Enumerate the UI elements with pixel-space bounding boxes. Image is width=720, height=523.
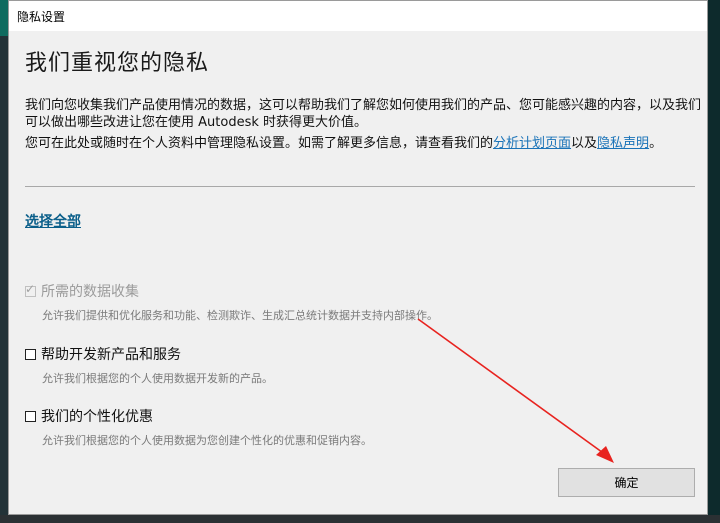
required-data-description: 允许我们提供和优化服务和功能、检测欺诈、生成汇总统计数据并支持内部操作。: [42, 309, 438, 322]
info-text-suffix: 。: [649, 136, 663, 151]
new-products-label[interactable]: 帮助开发新产品和服务: [41, 344, 181, 364]
page-title: 我们重视您的隐私: [25, 51, 210, 76]
personalized-offers-row: 我们的个性化优惠: [25, 406, 697, 426]
new-products-row: 帮助开发新产品和服务: [25, 344, 697, 364]
option-required-data: ✓ 所需的数据收集 允许我们提供和优化服务和功能、检测欺诈、生成汇总统计数据并支…: [25, 281, 697, 323]
intro-paragraph: 我们向您收集我们产品使用情况的数据，这可以帮助我们了解您如何使用我们的产品、您可…: [25, 98, 702, 130]
divider: [25, 186, 695, 187]
title-bar: 隐私设置: [9, 1, 707, 31]
select-all-link[interactable]: 选择全部: [25, 211, 81, 231]
window-title: 隐私设置: [17, 9, 66, 24]
required-data-checkbox: ✓: [25, 282, 36, 297]
analytics-page-link[interactable]: 分析计划页面: [493, 136, 571, 151]
info-paragraph: 您可在此处或随时在个人资料中管理隐私设置。如需了解更多信息，请查看我们的分析计划…: [25, 135, 701, 152]
new-products-description: 允许我们根据您的个人使用数据开发新的产品。: [42, 372, 273, 385]
option-personalized-offers: 我们的个性化优惠 允许我们根据您的个人使用数据为您创建个性化的优惠和促销内容。: [25, 406, 697, 448]
background-left: [0, 0, 8, 523]
checkmark-icon: ✓: [25, 281, 36, 296]
ok-button[interactable]: 确定: [558, 468, 695, 497]
dialog-content: 我们重视您的隐私 我们向您收集我们产品使用情况的数据，这可以帮助我们了解您如何使…: [25, 31, 701, 231]
new-products-checkbox[interactable]: [25, 348, 36, 360]
background-right: [708, 0, 720, 523]
background-bottom: [0, 515, 720, 523]
personalized-offers-description: 允许我们根据您的个人使用数据为您创建个性化的优惠和促销内容。: [42, 434, 372, 447]
personalized-offers-label[interactable]: 我们的个性化优惠: [41, 406, 153, 426]
privacy-settings-dialog: 隐私设置 我们重视您的隐私 我们向您收集我们产品使用情况的数据，这可以帮助我们了…: [8, 0, 708, 515]
required-data-label: 所需的数据收集: [41, 284, 139, 300]
required-data-row: ✓ 所需的数据收集: [25, 281, 697, 301]
info-text-prefix: 您可在此处或随时在个人资料中管理隐私设置。如需了解更多信息，请查看我们的: [25, 136, 494, 151]
info-text-mid: 以及: [571, 136, 598, 151]
option-new-products: 帮助开发新产品和服务 允许我们根据您的个人使用数据开发新的产品。: [25, 344, 697, 386]
personalized-offers-checkbox[interactable]: [25, 410, 36, 422]
privacy-statement-link[interactable]: 隐私声明: [597, 136, 649, 151]
